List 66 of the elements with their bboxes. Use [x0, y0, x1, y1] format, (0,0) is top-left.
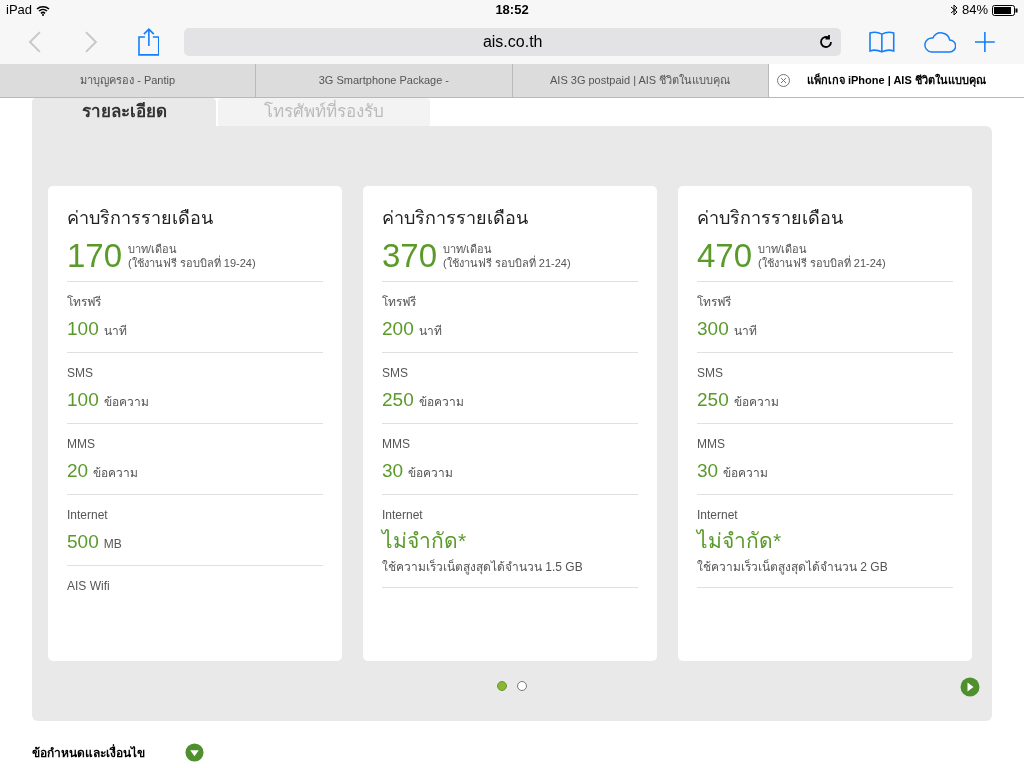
- feature-label: AIS Wifi: [67, 578, 111, 594]
- feature-unit: ข้อความ: [733, 394, 779, 411]
- feature-label: โทรฟรี: [382, 294, 417, 310]
- price-value: 370: [382, 237, 438, 274]
- address-bar[interactable]: ais.co.th: [184, 28, 841, 56]
- price-note: (ใช้งานฟรี รอบบิลที่ 21-24): [443, 255, 571, 270]
- battery-icon: [992, 4, 1018, 16]
- feature-unit: นาที: [733, 323, 757, 340]
- feature-label: Internet: [697, 507, 739, 523]
- feature-label: MMS: [67, 436, 96, 452]
- terms-heading[interactable]: ข้อกำหนดและเงื่อนไข: [32, 743, 185, 762]
- bluetooth-icon: [949, 4, 958, 16]
- close-icon[interactable]: [776, 74, 790, 87]
- feature-unit: นาที: [103, 323, 127, 340]
- reload-icon[interactable]: [818, 35, 833, 49]
- price-unit: บาท/เดือน: [758, 241, 809, 256]
- feature-label: SMS: [697, 365, 724, 381]
- card-title: ค่าบริการรายเดือน: [697, 207, 844, 230]
- feature-unit: MB: [103, 536, 122, 553]
- new-tab-icon[interactable]: [974, 31, 996, 53]
- share-icon[interactable]: [137, 28, 160, 56]
- browser-tab[interactable]: แพ็กเกจ iPhone | AIS ชีวิตในแบบคุณ: [768, 64, 1024, 97]
- card-title: ค่าบริการรายเดือน: [382, 207, 529, 230]
- feature-label: SMS: [382, 365, 409, 381]
- book-icon[interactable]: [868, 31, 895, 53]
- feature-label: โทรฟรี: [697, 294, 732, 310]
- price-value: 170: [67, 237, 123, 274]
- feature-value: 500: [67, 531, 99, 553]
- feature-label: MMS: [697, 436, 726, 452]
- feature-value: 30: [697, 460, 719, 482]
- feature-value: 20: [67, 460, 89, 482]
- feature-unit: ข้อความ: [418, 394, 464, 411]
- feature-unit: ข้อความ: [723, 465, 769, 482]
- feature-label: MMS: [382, 436, 411, 452]
- feature-unit: ข้อความ: [103, 394, 149, 411]
- feature-value: ไม่จำกัด*: [382, 529, 468, 553]
- clock-time: 18:52: [495, 1, 529, 20]
- feature-unit: ข้อความ: [93, 465, 139, 482]
- feature-unit: นาที: [418, 323, 442, 340]
- page-tab[interactable]: รายละเอียด: [32, 98, 216, 126]
- feature-value: 100: [67, 318, 99, 340]
- feature-label: SMS: [67, 365, 94, 381]
- feature-value: 250: [697, 389, 729, 411]
- feature-value: ไม่จำกัด*: [697, 529, 783, 553]
- device-name: iPad: [6, 1, 33, 20]
- feature-value: 100: [67, 389, 99, 411]
- price-value: 470: [697, 237, 753, 274]
- price-unit: บาท/เดือน: [128, 241, 179, 256]
- price-note: (ใช้งานฟรี รอบบิลที่ 21-24): [758, 255, 886, 270]
- feature-label: Internet: [67, 507, 109, 523]
- wifi-icon: [36, 4, 51, 16]
- feature-label: โทรฟรี: [67, 294, 102, 310]
- feature-value: 200: [382, 318, 414, 340]
- battery-percent: 84%: [961, 1, 988, 20]
- feature-note: ใช้ความเร็วเน็ตสูงสุดได้จำนวน 2 GB: [697, 559, 889, 575]
- feature-unit: ข้อความ: [408, 465, 454, 482]
- feature-value: 300: [697, 318, 729, 340]
- card-title: ค่าบริการรายเดือน: [67, 207, 214, 230]
- url-text: ais.co.th: [482, 32, 543, 52]
- feature-value: 30: [382, 460, 404, 482]
- feature-label: Internet: [382, 507, 424, 523]
- feature-value: 250: [382, 389, 414, 411]
- price-unit: บาท/เดือน: [443, 241, 494, 256]
- feature-note: ใช้ความเร็วเน็ตสูงสุดได้จำนวน 1.5 GB: [382, 559, 584, 575]
- price-note: (ใช้งานฟรี รอบบิลที่ 19-24): [128, 255, 256, 270]
- cloud-icon[interactable]: [922, 31, 957, 53]
